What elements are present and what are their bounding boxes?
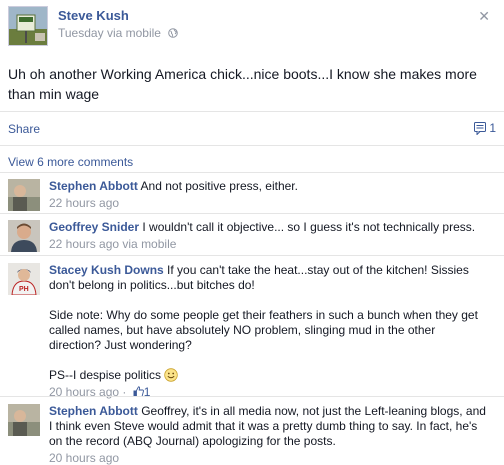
comment-text: I wouldn't call it objective... so I gue… <box>142 220 476 234</box>
svg-text:PH: PH <box>19 286 29 293</box>
comment-time[interactable]: 20 hours ago <box>49 451 489 465</box>
comment-time[interactable]: 22 hours ago <box>49 196 489 211</box>
comments-count-link[interactable]: 1 <box>474 121 496 136</box>
comment-paragraph: Side note: Why do some people get their … <box>49 308 478 352</box>
close-icon[interactable]: ✕ <box>478 8 490 25</box>
commenter-avatar[interactable] <box>8 404 40 436</box>
comment-author[interactable]: Stephen Abbott <box>49 404 138 418</box>
comment-author[interactable]: Stephen Abbott <box>49 179 138 193</box>
divider <box>0 213 504 214</box>
divider <box>0 145 504 146</box>
comment-bubble-icon <box>474 122 487 136</box>
globe-icon[interactable] <box>168 28 179 38</box>
commenter-avatar[interactable]: PH <box>8 263 40 295</box>
commenter-avatar[interactable] <box>8 220 40 252</box>
smiley-emoticon-icon <box>164 368 179 382</box>
commenter-avatar[interactable] <box>8 179 40 211</box>
comment-author[interactable]: Geoffrey Snider <box>49 220 139 234</box>
comments-count-value: 1 <box>489 121 496 135</box>
comment-text: And not positive press, either. <box>140 179 298 193</box>
share-link[interactable]: Share <box>8 122 40 136</box>
post-author-avatar[interactable] <box>8 6 48 46</box>
post-via: via mobile <box>106 26 161 40</box>
divider <box>0 111 504 112</box>
comment-ps-text: PS--I despise politics <box>49 368 162 382</box>
post-author-name[interactable]: Steve Kush <box>58 8 129 23</box>
view-more-comments-link[interactable]: View 6 more comments <box>8 155 133 169</box>
comment-author[interactable]: Stacey Kush Downs <box>49 263 164 277</box>
post-meta: Tuesday via mobile <box>58 26 179 40</box>
divider <box>0 255 504 256</box>
comment-meta: 20 hours ago · 1 <box>49 385 489 400</box>
post-time[interactable]: Tuesday <box>58 26 104 40</box>
post-actions-bar: Share 1 <box>8 121 496 138</box>
post-header: Steve Kush Tuesday via mobile ✕ <box>8 6 496 46</box>
divider <box>0 172 504 173</box>
comment-paragraph: PS--I despise politics <box>49 368 489 383</box>
post-body: Uh oh another Working America chick...ni… <box>8 66 477 102</box>
divider <box>0 396 504 397</box>
comment-time[interactable]: 22 hours ago via mobile <box>49 237 489 252</box>
